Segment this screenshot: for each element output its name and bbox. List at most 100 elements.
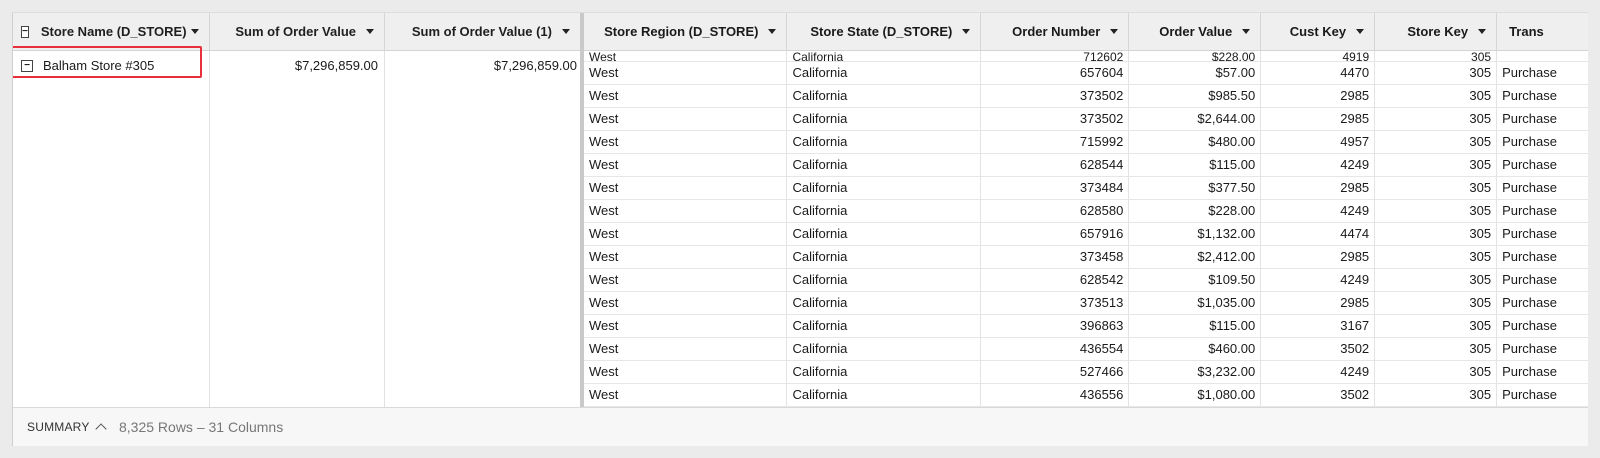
- table-cell[interactable]: Purchase: [1496, 84, 1600, 108]
- column-menu-caret-icon[interactable]: [1242, 29, 1251, 34]
- table-cell[interactable]: 2985: [1260, 291, 1376, 315]
- table-cell[interactable]: Purchase: [1496, 245, 1600, 269]
- table-cell[interactable]: $115.00: [1128, 153, 1262, 177]
- table-cell[interactable]: 2985: [1260, 245, 1376, 269]
- table-cell[interactable]: 305: [1374, 245, 1498, 269]
- column-menu-caret-icon[interactable]: [562, 29, 570, 34]
- table-row[interactable]: West California 436554 $460.00 3502 305 Purcha…: [584, 337, 1600, 361]
- table-cell[interactable]: Purchase: [1496, 291, 1600, 315]
- table-cell[interactable]: 657604: [980, 61, 1130, 85]
- table-cell[interactable]: 305: [1374, 383, 1498, 407]
- table-cell[interactable]: 4249: [1260, 199, 1376, 223]
- column-menu-caret-icon[interactable]: [768, 29, 777, 34]
- table-cell[interactable]: 4474: [1260, 222, 1376, 246]
- table-cell[interactable]: Purchase: [1496, 107, 1600, 131]
- table-cell[interactable]: 436556: [980, 383, 1130, 407]
- table-cell[interactable]: Purchase: [1496, 337, 1600, 361]
- table-cell[interactable]: 305: [1374, 199, 1498, 223]
- header-cust-key[interactable]: Cust Key: [1260, 13, 1376, 51]
- table-cell[interactable]: $1,080.00: [1128, 383, 1262, 407]
- table-cell[interactable]: Purchase: [1496, 176, 1600, 200]
- table-cell[interactable]: 3502: [1260, 383, 1376, 407]
- header-store-key[interactable]: Store Key: [1374, 13, 1498, 51]
- table-cell[interactable]: West: [584, 314, 788, 338]
- table-row[interactable]: West California 527466 $3,232.00 4249 305 Purc…: [584, 360, 1600, 384]
- table-cell[interactable]: $460.00: [1128, 337, 1262, 361]
- table-cell[interactable]: California: [786, 337, 982, 361]
- table-cell[interactable]: West: [584, 176, 788, 200]
- table-cell[interactable]: 4957: [1260, 130, 1376, 154]
- table-cell[interactable]: California: [786, 107, 982, 131]
- summary-toggle-button[interactable]: SUMMARY: [27, 420, 107, 435]
- table-cell[interactable]: West: [584, 107, 788, 131]
- table-cell[interactable]: 305: [1374, 291, 1498, 315]
- table-cell[interactable]: 305: [1374, 337, 1498, 361]
- table-cell[interactable]: 3167: [1260, 314, 1376, 338]
- table-row[interactable]: West California 628542 $109.50 4249 305 Purcha…: [584, 268, 1600, 292]
- table-cell[interactable]: 305: [1374, 84, 1498, 108]
- table-cell[interactable]: 2985: [1260, 84, 1376, 108]
- table-cell[interactable]: $2,644.00: [1128, 107, 1262, 131]
- table-cell[interactable]: 4470: [1260, 61, 1376, 85]
- table-cell[interactable]: $228.00: [1128, 199, 1262, 223]
- table-cell[interactable]: California: [786, 61, 982, 85]
- table-row[interactable]: West California 712602 $228.00 4919 305: [584, 50, 1600, 62]
- table-cell[interactable]: 715992: [980, 130, 1130, 154]
- table-row[interactable]: West California 396863 $115.00 3167 305 Purcha…: [584, 314, 1600, 338]
- table-cell[interactable]: 305: [1374, 153, 1498, 177]
- table-cell[interactable]: Purchase: [1496, 130, 1600, 154]
- table-cell[interactable]: 373484: [980, 176, 1130, 200]
- table-cell[interactable]: West: [584, 50, 788, 62]
- table-cell[interactable]: West: [584, 130, 788, 154]
- column-menu-caret-icon[interactable]: [191, 29, 199, 34]
- table-row[interactable]: West California 628544 $115.00 4249 305 Purcha…: [584, 153, 1600, 177]
- header-store-state[interactable]: Store State (D_STORE): [786, 13, 982, 51]
- table-cell[interactable]: West: [584, 383, 788, 407]
- table-cell[interactable]: West: [584, 199, 788, 223]
- table-cell[interactable]: $57.00: [1128, 61, 1262, 85]
- table-cell[interactable]: West: [584, 268, 788, 292]
- table-cell[interactable]: 305: [1374, 268, 1498, 292]
- table-cell[interactable]: West: [584, 153, 788, 177]
- table-cell[interactable]: Purchase: [1496, 268, 1600, 292]
- table-cell[interactable]: $985.50: [1128, 84, 1262, 108]
- table-cell[interactable]: 4249: [1260, 153, 1376, 177]
- table-cell[interactable]: 373513: [980, 291, 1130, 315]
- table-cell[interactable]: 305: [1374, 107, 1498, 131]
- table-cell[interactable]: 305: [1374, 314, 1498, 338]
- table-cell[interactable]: $3,232.00: [1128, 360, 1262, 384]
- table-row[interactable]: West California 628580 $228.00 4249 305 Purcha…: [584, 199, 1600, 223]
- table-cell[interactable]: 4249: [1260, 360, 1376, 384]
- table-cell[interactable]: 657916: [980, 222, 1130, 246]
- table-cell[interactable]: West: [584, 291, 788, 315]
- table-cell[interactable]: $2,412.00: [1128, 245, 1262, 269]
- table-row[interactable]: West California 373458 $2,412.00 2985 305 Purc…: [584, 245, 1600, 269]
- table-row[interactable]: West California 657604 $57.00 4470 305 Purchas…: [584, 61, 1600, 85]
- table-cell[interactable]: $377.50: [1128, 176, 1262, 200]
- table-cell[interactable]: 436554: [980, 337, 1130, 361]
- column-menu-caret-icon[interactable]: [366, 29, 374, 34]
- table-cell[interactable]: West: [584, 245, 788, 269]
- table-cell[interactable]: California: [786, 360, 982, 384]
- table-cell[interactable]: Purchase: [1496, 61, 1600, 85]
- table-cell[interactable]: Purchase: [1496, 199, 1600, 223]
- table-cell[interactable]: Purchase: [1496, 314, 1600, 338]
- table-cell[interactable]: California: [786, 314, 982, 338]
- table-row[interactable]: West California 373502 $2,644.00 2985 305 Purc…: [584, 107, 1600, 131]
- table-row[interactable]: West California 715992 $480.00 4957 305 Purcha…: [584, 130, 1600, 154]
- table-cell[interactable]: 373502: [980, 84, 1130, 108]
- collapse-all-icon[interactable]: −: [21, 25, 29, 38]
- table-cell[interactable]: 305: [1374, 222, 1498, 246]
- table-cell[interactable]: California: [786, 268, 982, 292]
- header-store-region[interactable]: Store Region (D_STORE): [584, 13, 788, 51]
- header-sum-order-value[interactable]: Sum of Order Value: [210, 13, 385, 50]
- table-cell[interactable]: California: [786, 153, 982, 177]
- table-cell[interactable]: $115.00: [1128, 314, 1262, 338]
- table-cell[interactable]: 373458: [980, 245, 1130, 269]
- column-menu-caret-icon[interactable]: [1356, 29, 1365, 34]
- table-cell[interactable]: 628542: [980, 268, 1130, 292]
- table-cell[interactable]: 305: [1374, 360, 1498, 384]
- table-cell[interactable]: $1,035.00: [1128, 291, 1262, 315]
- table-cell[interactable]: 712602: [980, 50, 1130, 62]
- table-cell[interactable]: 396863: [980, 314, 1130, 338]
